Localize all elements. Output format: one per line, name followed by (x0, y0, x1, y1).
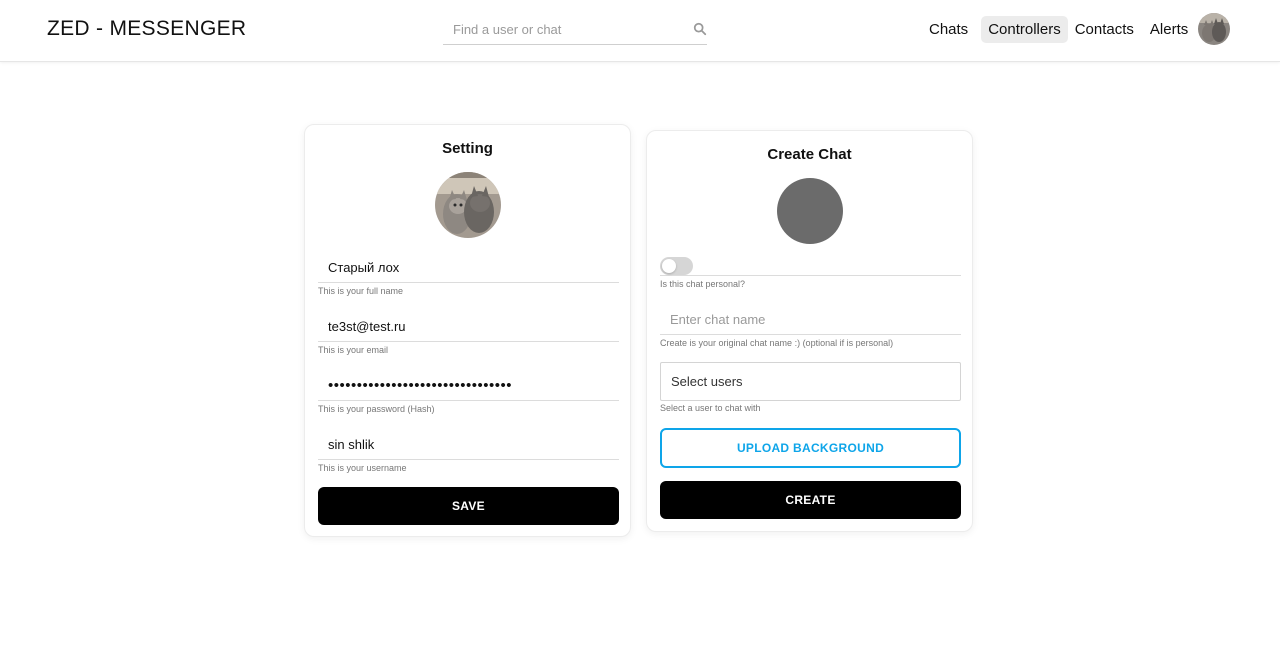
create-chat-card: Create Chat Is this chat personal? Creat… (646, 130, 973, 532)
profile-avatar-icon (435, 172, 501, 238)
settings-card: Setting Старый лох This is your full nam… (304, 124, 631, 537)
personal-chat-toggle[interactable] (660, 257, 693, 275)
search-icon[interactable] (693, 22, 707, 36)
save-button[interactable]: SAVE (318, 487, 619, 525)
brand-logo[interactable]: ZED - MESSENGER (47, 17, 246, 41)
password-hint: This is your password (Hash) (318, 404, 435, 414)
toggle-knob (662, 259, 676, 273)
email-field[interactable]: te3st@test.ru This is your email (318, 312, 619, 355)
username-input[interactable]: sin shlik (318, 430, 619, 460)
email-input[interactable]: te3st@test.ru (318, 312, 619, 342)
select-users-hint: Select a user to chat with (660, 403, 761, 413)
personal-toggle-hint: Is this chat personal? (660, 279, 746, 289)
profile-avatar[interactable] (435, 172, 501, 238)
username-field[interactable]: sin shlik This is your username (318, 430, 619, 473)
settings-title: Setting (442, 140, 493, 157)
select-users-dropdown[interactable]: Select users (660, 362, 961, 401)
full-name-input[interactable]: Старый лох (318, 253, 619, 283)
chat-name-hint: Create is your original chat name :) (op… (660, 338, 894, 348)
full-name-field[interactable]: Старый лох This is your full name (318, 253, 619, 296)
chat-name-input[interactable] (660, 304, 961, 335)
nav-contacts[interactable]: Contacts (1068, 16, 1141, 43)
create-chat-button[interactable]: CREATE (660, 481, 961, 519)
password-field[interactable]: •••••••••••••••••••••••••••••••• This is… (318, 371, 619, 414)
create-chat-title: Create Chat (767, 146, 852, 163)
user-avatar[interactable] (1198, 13, 1230, 45)
search-bar (443, 16, 707, 45)
password-input[interactable]: •••••••••••••••••••••••••••••••• (318, 371, 619, 401)
nav-controllers[interactable]: Controllers (981, 16, 1068, 43)
nav-alerts[interactable]: Alerts (1143, 16, 1195, 43)
username-hint: This is your username (318, 463, 407, 473)
full-name-hint: This is your full name (318, 286, 404, 296)
email-hint: This is your email (318, 345, 389, 355)
user-avatar-icon (1198, 13, 1230, 45)
search-input[interactable] (443, 16, 683, 42)
nav-chats[interactable]: Chats (922, 16, 975, 43)
upload-background-button[interactable]: UPLOAD BACKGROUND (660, 428, 961, 468)
chat-avatar-placeholder[interactable] (777, 178, 843, 244)
top-navbar: ZED - MESSENGER Chats Controllers Contac… (0, 0, 1280, 62)
personal-toggle-row (660, 257, 961, 276)
main-nav: Chats Controllers Contacts Alerts (922, 16, 1195, 43)
